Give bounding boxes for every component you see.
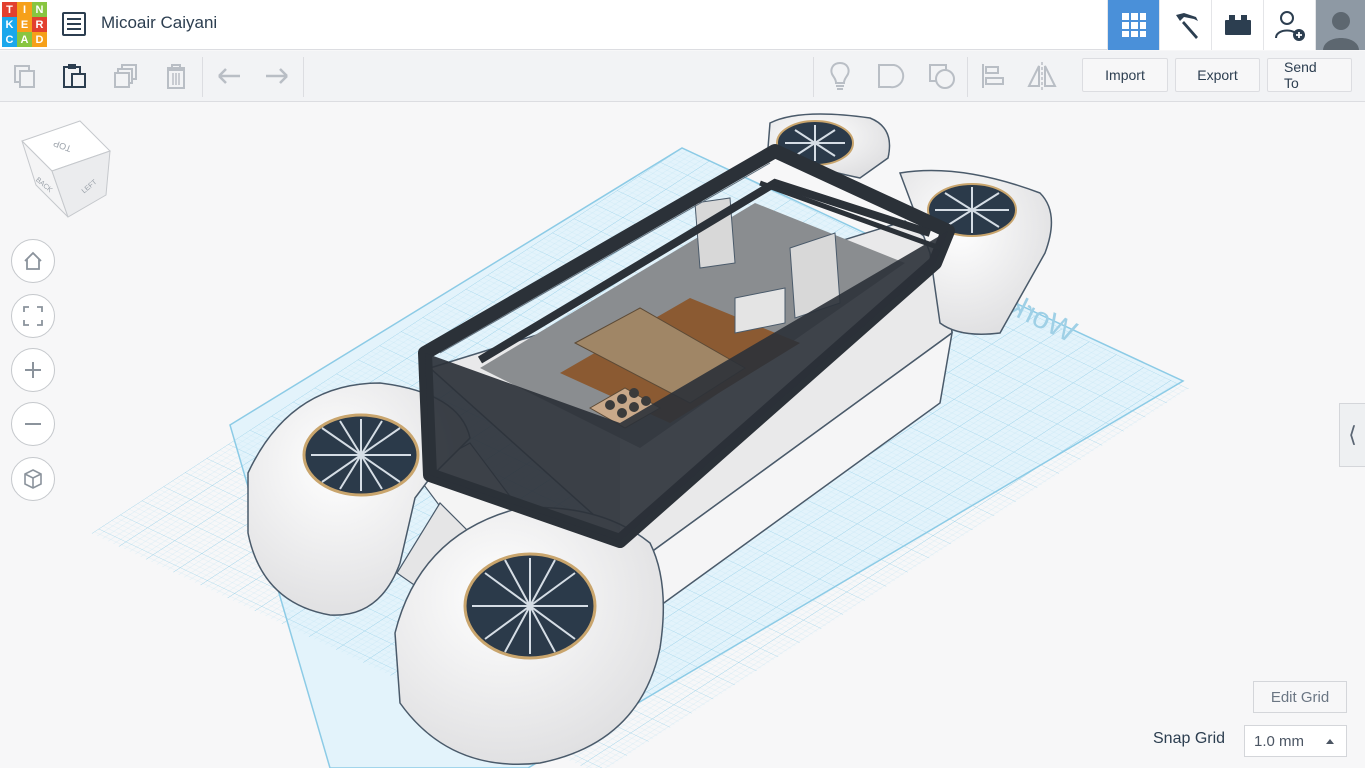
notes-button[interactable] [825,61,855,91]
align-button[interactable] [978,61,1008,91]
copy-icon [14,65,35,88]
snap-grid-label: Snap Grid [1153,730,1226,747]
tinkercad-logo[interactable]: TINKERCAD [2,2,47,47]
design-list-icon[interactable] [62,12,86,36]
ungroup-icon [929,64,955,89]
copy-button[interactable] [10,61,40,91]
logo-letter: E [17,17,32,32]
undo-icon [218,68,240,84]
export-button[interactable]: Export [1175,58,1260,92]
logo-letter: T [2,2,17,17]
add-user-icon [1274,11,1305,41]
logo-letter: D [32,32,47,47]
paste-icon [63,64,86,88]
align-icon [982,64,1004,88]
edit-grid-button[interactable]: Edit Grid [1253,681,1347,713]
delete-button[interactable] [161,61,191,91]
lightbulb-icon [830,61,850,90]
edit-toolbar: Import Export Send To [0,51,1365,102]
duplicate-button[interactable] [111,61,141,91]
chevron-left-icon: ⟨ [1348,422,1357,447]
mirror-button[interactable] [1027,61,1057,91]
user-silhouette-icon [1322,12,1359,50]
collapse-panel-toggle[interactable]: ⟨ [1339,403,1365,467]
undo-button[interactable] [214,61,244,91]
ungroup-button[interactable] [927,61,957,91]
group-button[interactable] [876,61,906,91]
invite-user-button[interactable] [1263,0,1315,50]
trash-icon [167,64,185,89]
design-title[interactable]: Micoair Caiyani [101,13,217,33]
paste-button[interactable] [59,61,89,91]
brick-icon [1224,15,1251,35]
scene-canvas[interactable]: Workplane [0,103,1365,768]
redo-button[interactable] [262,61,292,91]
redo-icon [266,68,288,84]
caret-up-icon [1326,739,1334,744]
logo-letter: I [17,2,32,17]
logo-letter: C [2,32,17,47]
top-bar: TINKERCAD Micoair Caiyani [0,0,1365,50]
pickaxe-icon [1175,13,1198,39]
logo-letter: A [17,32,32,47]
duplicate-icon [114,64,137,88]
mirror-icon [1027,62,1057,90]
logo-letter: N [32,2,47,17]
grid-view-button[interactable] [1107,0,1159,50]
logo-letter: K [2,17,17,32]
codeblocks-button[interactable] [1159,0,1211,50]
workspace-viewport[interactable]: TOP BACK LEFT ⟨ Edit Grid Snap Grid 1.0 … [0,103,1365,768]
send-to-button[interactable]: Send To [1267,58,1352,92]
import-button[interactable]: Import [1082,58,1168,92]
bricks-button[interactable] [1211,0,1263,50]
logo-letter: R [32,17,47,32]
grid-view-icon [1121,13,1146,37]
group-icon [878,64,905,89]
avatar[interactable] [1315,0,1365,50]
snap-grid-value: 1.0 mm [1254,732,1305,750]
snap-grid-select[interactable]: 1.0 mm [1244,725,1347,757]
